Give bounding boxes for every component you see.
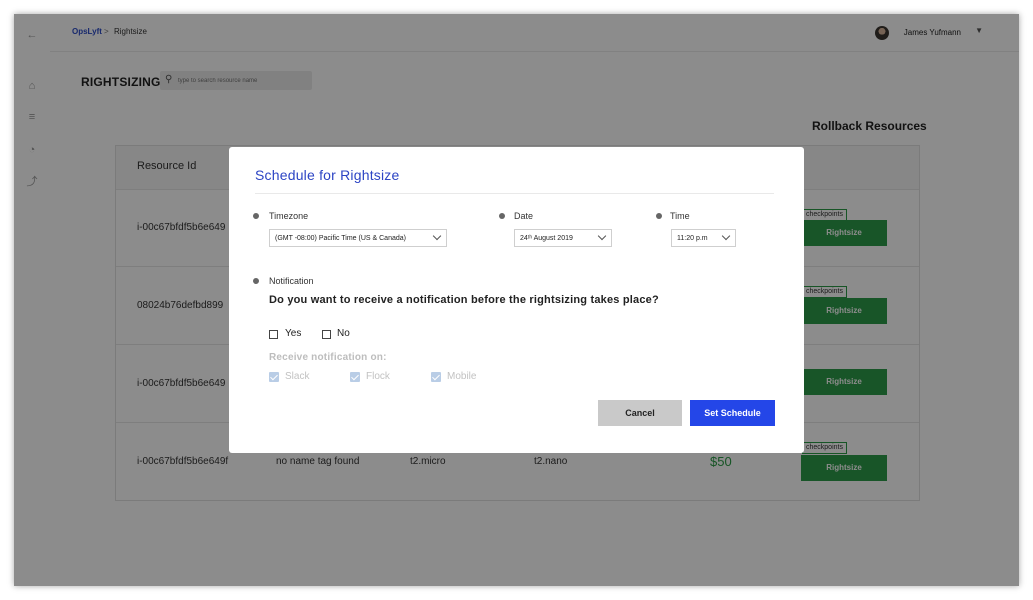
timezone-label: Timezone [269,211,309,221]
check-icon [270,372,278,381]
timezone-select[interactable]: (GMT -08:00) Pacific Time (US & Canada) [269,229,447,247]
slack-checkbox[interactable] [269,372,279,382]
check-icon [432,372,440,381]
chevron-down-icon [721,231,731,241]
date-select[interactable]: 24ᵗʰ August 2019 [514,229,612,247]
check-icon [351,372,359,381]
date-label: Date [514,211,534,221]
yes-label[interactable]: Yes [285,328,301,339]
time-label: Time [670,211,690,221]
timezone-value: (GMT -08:00) Pacific Time (US & Canada) [275,235,406,242]
flock-label: Flock [366,371,390,382]
yes-checkbox[interactable] [269,330,278,339]
modal-divider [255,193,774,194]
set-schedule-button[interactable]: Set Schedule [690,400,775,426]
notification-question: Do you want to receive a notification be… [269,294,659,306]
chevron-down-icon [597,231,607,241]
receive-notification-label: Receive notification on: [269,352,387,363]
modal-title: Schedule for Rightsize [255,167,400,183]
schedule-modal: Schedule for Rightsize Timezone (GMT -08… [229,147,804,453]
no-label[interactable]: No [337,328,350,339]
bullet-icon [253,278,259,284]
bullet-icon [253,213,259,219]
time-value: 11:20 p.m [677,235,708,242]
notification-label: Notification [269,276,314,286]
app-window: ← ⌂ ≡ ◔ ⤴ OpsLyft > Rightsize James Yufm… [14,14,1019,586]
flock-checkbox[interactable] [350,372,360,382]
bullet-icon [499,213,505,219]
mobile-checkbox[interactable] [431,372,441,382]
time-select[interactable]: 11:20 p.m [671,229,736,247]
bullet-icon [656,213,662,219]
cancel-button[interactable]: Cancel [598,400,682,426]
mobile-label: Mobile [447,371,477,382]
chevron-down-icon [432,231,442,241]
slack-label: Slack [285,371,310,382]
date-value: 24ᵗʰ August 2019 [520,235,573,242]
no-checkbox[interactable] [322,330,331,339]
